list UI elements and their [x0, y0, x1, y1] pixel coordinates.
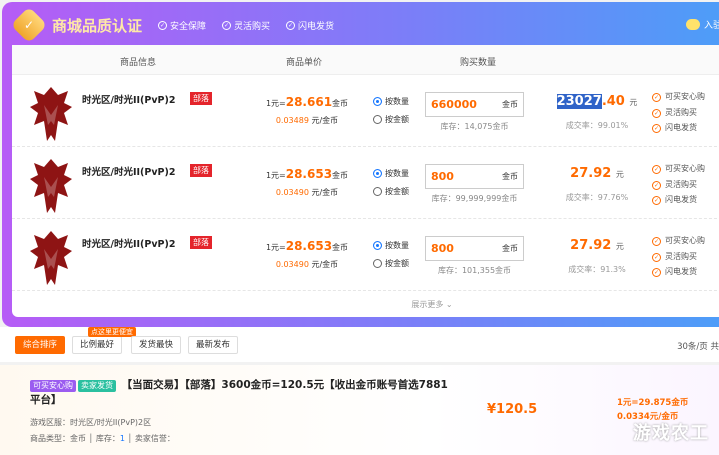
- col-quantity: 购买数量: [460, 58, 497, 68]
- product-table: 商品信息 商品单价 购买数量 时光区/时光II(PvP)2 部落 1元=28.6…: [12, 45, 719, 317]
- unit-price: 1元=28.661金币 0.03489 元/金币: [265, 95, 349, 125]
- seller-ship-badge: 卖家发货: [78, 380, 116, 392]
- guarantee-item: ✓ 可买安心购: [652, 236, 705, 246]
- guarantee-item: ✓ 灵活购买: [652, 251, 697, 262]
- join-link[interactable]: 入驻: [685, 18, 719, 31]
- faction-tag: 部落: [190, 236, 212, 249]
- faction-tag: 部落: [190, 92, 212, 105]
- check-icon: ✓: [652, 180, 661, 190]
- faction-tag: 部落: [190, 164, 212, 177]
- panel-title: 商城品质认证: [52, 16, 143, 35]
- total-price: 23027.40 元: [556, 94, 638, 109]
- table-row: 时光区/时光II(PvP)2 部落 1元=28.661金币 0.03489 元/金…: [12, 75, 719, 147]
- guarantee-item: ✓ 灵活购买: [652, 107, 697, 118]
- radio-by-quantity[interactable]: 按数量: [373, 96, 409, 107]
- listing-title[interactable]: 可买安心购 卖家发货 【当面交易】【部落】3600金币=120.5元【收出金币账号…: [30, 378, 450, 408]
- check-icon: ✓: [652, 237, 661, 246]
- table-header: 商品信息 商品单价 购买数量: [12, 45, 719, 75]
- listing-card[interactable]: 可买安心购 卖家发货 【当面交易】【部落】3600金币=120.5元【收出金币账号…: [0, 365, 719, 455]
- stock-text: 库存：14,075金币: [440, 122, 509, 131]
- radio-by-quantity[interactable]: 按数量: [373, 240, 409, 251]
- chat-icon: [685, 19, 700, 30]
- stock-text: 库存：101,355金币: [437, 266, 512, 275]
- guarantee-item: ✓ 灵活购买: [652, 179, 697, 190]
- guarantee-item: ✓ 闪电发货: [652, 267, 697, 277]
- horde-logo-icon: [28, 229, 74, 287]
- sort-default[interactable]: 综合排序: [15, 336, 66, 354]
- sort-bar: 综合排序 比例最好 点这里更便宜 发货最快 最新发布 30条/页 共: [0, 327, 719, 362]
- guarantees: ✓ 可买安心购 ✓ 灵活购买 ✓ 闪电发货: [652, 89, 705, 136]
- horde-logo-icon: [28, 85, 74, 143]
- feature-flexible: ✓ 灵活购买: [222, 20, 271, 32]
- check-icon: ✓: [158, 20, 168, 30]
- stock-text: 库存：99,999,999金币: [431, 194, 518, 203]
- guarantee-item: ✓ 可买安心购: [652, 164, 705, 174]
- guarantee-item: ✓ 闪电发货: [652, 195, 697, 205]
- quantity-input[interactable]: 660000 金币: [425, 92, 524, 117]
- server-name[interactable]: 时光区/时光II(PvP)2: [82, 236, 175, 250]
- radio-by-amount[interactable]: 按金额: [373, 114, 409, 125]
- feature-safe: ✓ 安全保障: [158, 20, 207, 32]
- check-icon: ✓: [286, 20, 296, 30]
- unit-price: 1元=28.653金币 0.03490 元/金币: [265, 167, 349, 197]
- page-size[interactable]: 30条/页 共: [677, 340, 719, 352]
- quantity-input[interactable]: 800 金币: [425, 236, 524, 261]
- guarantees: ✓ 可买安心购 ✓ 灵活购买 ✓ 闪电发货: [652, 161, 705, 208]
- guarantee-item: ✓ 可买安心购: [652, 92, 705, 102]
- check-icon: ✓: [652, 124, 661, 133]
- listing-server: 游戏区服：时光区/时光II(PvP)2区: [30, 418, 152, 427]
- server-name[interactable]: 时光区/时光II(PvP)2: [82, 92, 175, 106]
- table-row: 时光区/时光II(PvP)2 部落 1元=28.653金币 0.03490 元/金…: [12, 147, 719, 219]
- deal-rate: 成交率：99.01%: [565, 121, 629, 130]
- listing-price: ¥120.5: [487, 402, 538, 417]
- feature-fast: ✓ 闪电发货: [286, 20, 335, 32]
- total-price: 27.92 元: [570, 166, 624, 181]
- col-product-info: 商品信息: [120, 58, 157, 68]
- check-icon: ✓: [652, 108, 661, 118]
- radio-by-quantity[interactable]: 按数量: [373, 168, 409, 179]
- radio-by-amount[interactable]: 按金额: [373, 186, 409, 197]
- show-more-button[interactable]: 展示更多 ⌄: [12, 299, 719, 310]
- radio-by-amount[interactable]: 按金额: [373, 258, 409, 269]
- sort-fastest[interactable]: 发货最快: [131, 336, 182, 354]
- check-icon: ✓: [652, 252, 661, 262]
- certified-badge-icon: ✓: [10, 6, 48, 44]
- deal-rate: 成交率：91.3%: [568, 265, 626, 274]
- brand: ✓ 商城品质认证 ✓ 安全保障 ✓ 灵活购买 ✓ 闪电发货: [10, 6, 335, 44]
- table-row: 时光区/时光II(PvP)2 部落 1元=28.653金币 0.03490 元/金…: [12, 219, 719, 291]
- cheaper-tip: 点这里更便宜: [88, 327, 136, 337]
- total-price: 27.92 元: [570, 238, 624, 253]
- unit-price: 1元=28.653金币 0.03490 元/金币: [265, 239, 349, 269]
- quantity-input[interactable]: 800 金币: [425, 164, 524, 189]
- sort-best-ratio[interactable]: 比例最好: [72, 336, 123, 354]
- check-icon: ✓: [652, 165, 661, 174]
- check-icon: ✓: [652, 196, 661, 205]
- guarantees: ✓ 可买安心购 ✓ 灵活购买 ✓ 闪电发货: [652, 233, 705, 280]
- horde-logo-icon: [28, 157, 74, 215]
- listing-meta: 商品类型：金币 │ 库存：1 │ 卖家信誉：: [30, 434, 175, 443]
- check-icon: ✓: [652, 93, 661, 102]
- check-icon: ✓: [652, 268, 661, 277]
- safe-buy-badge: 可买安心购: [30, 380, 76, 392]
- guarantee-item: ✓ 闪电发货: [652, 123, 697, 133]
- check-icon: ✓: [222, 20, 232, 30]
- watermark: 游戏农工: [633, 423, 709, 444]
- col-unit-price: 商品单价: [286, 58, 323, 68]
- server-name[interactable]: 时光区/时光II(PvP)2: [82, 164, 175, 178]
- deal-rate: 成交率：97.76%: [565, 193, 629, 202]
- sort-newest[interactable]: 最新发布: [188, 336, 239, 354]
